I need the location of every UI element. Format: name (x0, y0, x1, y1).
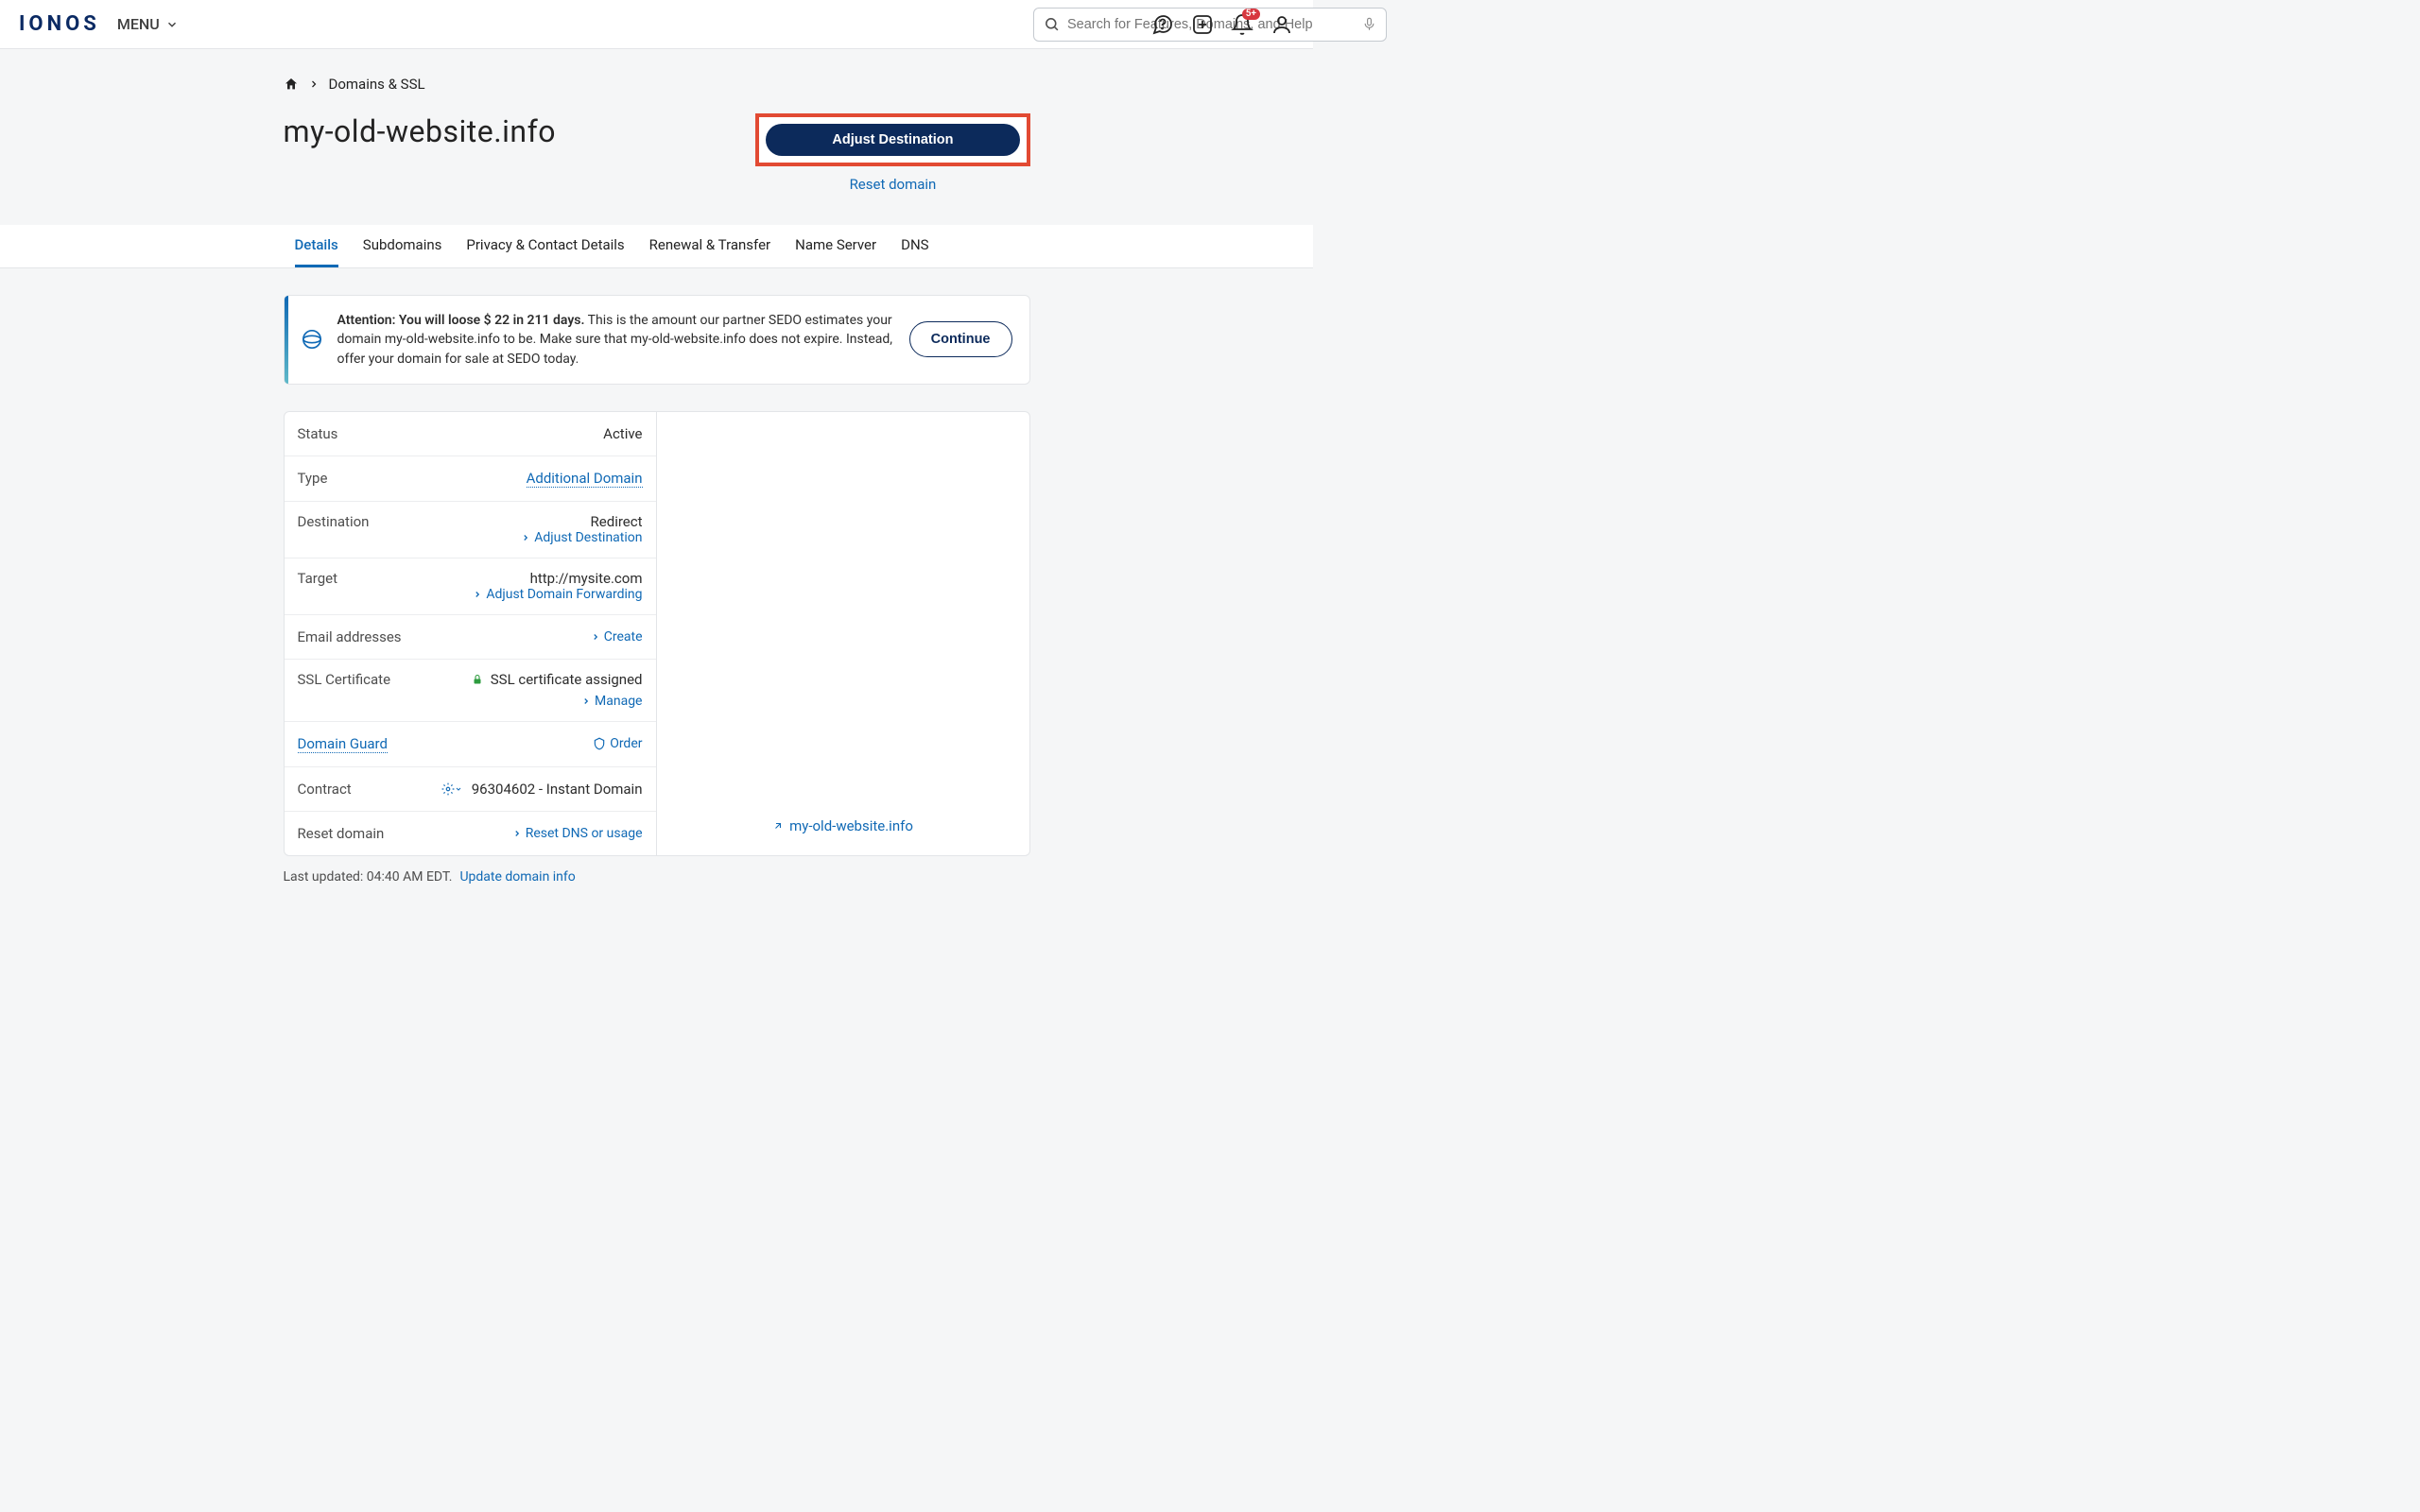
home-icon[interactable] (284, 77, 299, 92)
footer: Last updated: 04:40 AM EDT. Update domai… (284, 869, 1030, 885)
external-link-icon (772, 820, 784, 832)
last-updated-text: Last updated: 04:40 AM EDT. (284, 869, 453, 885)
value-contract: 96304602 - Instant Domain (472, 781, 643, 798)
label-status: Status (298, 425, 338, 442)
menu-label: MENU (117, 15, 160, 33)
row-destination: Destination Redirect Adjust Destination (285, 502, 656, 558)
highlight-annotation: Adjust Destination (755, 113, 1029, 166)
gear-icon[interactable] (441, 782, 462, 796)
breadcrumb: Domains & SSL (284, 76, 1030, 93)
adjust-destination-button[interactable]: Adjust Destination (766, 124, 1019, 156)
info-sphere-icon (302, 329, 322, 350)
tab-details[interactable]: Details (295, 225, 338, 267)
lock-icon (472, 673, 483, 686)
row-ssl: SSL Certificate SSL certificate assigned… (285, 660, 656, 722)
attention-notice: Attention: You will loose $ 22 in 211 da… (284, 295, 1030, 385)
help-icon[interactable] (1150, 12, 1175, 37)
row-type: Type Additional Domain (285, 456, 656, 502)
chevron-right-icon (308, 78, 320, 90)
page-title: my-old-website.info (284, 113, 556, 149)
label-ssl: SSL Certificate (298, 671, 391, 688)
row-guard: Domain Guard Order (285, 722, 656, 767)
row-contract: Contract 96304602 - Instant Domain (285, 767, 656, 812)
value-destination: Redirect (521, 513, 642, 530)
create-email-link[interactable]: Create (591, 629, 643, 644)
tabs-bar: Details Subdomains Privacy & Contact Det… (0, 225, 1313, 268)
notice-bold: Attention: You will loose $ 22 in 211 da… (337, 313, 585, 328)
shield-icon (593, 737, 606, 750)
tab-subdomains[interactable]: Subdomains (363, 225, 442, 267)
logo: IONOS (19, 12, 100, 36)
row-reset: Reset domain Reset DNS or usage (285, 812, 656, 855)
notification-badge: 5+ (1242, 9, 1260, 20)
chevron-right-icon (521, 533, 530, 542)
value-type-link[interactable]: Additional Domain (527, 470, 643, 488)
adjust-destination-link[interactable]: Adjust Destination (521, 530, 642, 545)
tab-nameserver[interactable]: Name Server (795, 225, 876, 267)
add-icon[interactable] (1190, 12, 1215, 37)
microphone-icon[interactable] (1362, 16, 1376, 32)
breadcrumb-domains[interactable]: Domains & SSL (329, 76, 425, 93)
update-domain-link[interactable]: Update domain info (459, 869, 575, 885)
chevron-right-icon (591, 632, 600, 642)
chevron-down-icon (165, 18, 179, 31)
value-ssl: SSL certificate assigned (491, 671, 643, 688)
reset-domain-link[interactable]: Reset domain (850, 176, 937, 193)
value-target: http://mysite.com (473, 570, 642, 587)
topbar: IONOS MENU 5+ (0, 0, 1313, 49)
adjust-forwarding-link[interactable]: Adjust Domain Forwarding (473, 587, 642, 602)
menu-button[interactable]: MENU (117, 15, 179, 33)
label-reset: Reset domain (298, 825, 385, 842)
domain-guard-link[interactable]: Domain Guard (298, 735, 388, 753)
reset-dns-link[interactable]: Reset DNS or usage (512, 826, 643, 841)
row-target: Target http://mysite.com Adjust Domain F… (285, 558, 656, 615)
label-type: Type (298, 470, 328, 487)
tab-dns[interactable]: DNS (901, 225, 928, 267)
tab-privacy[interactable]: Privacy & Contact Details (466, 225, 624, 267)
notice-text: Attention: You will loose $ 22 in 211 da… (337, 311, 894, 369)
order-guard-link[interactable]: Order (593, 736, 642, 751)
label-email: Email addresses (298, 628, 402, 645)
label-destination: Destination (298, 513, 370, 530)
manage-ssl-link[interactable]: Manage (581, 694, 642, 709)
account-icon[interactable] (1270, 12, 1294, 37)
side-panel: my-old-website.info (657, 412, 1029, 855)
chevron-right-icon (512, 829, 522, 838)
external-domain-link[interactable]: my-old-website.info (772, 817, 913, 834)
label-target: Target (298, 570, 338, 587)
chevron-right-icon (581, 696, 591, 706)
details-card: Status Active Type Additional Domain Des… (284, 411, 1030, 856)
chevron-right-icon (473, 590, 482, 599)
search-icon (1044, 16, 1060, 32)
value-status: Active (603, 425, 642, 442)
tab-renewal[interactable]: Renewal & Transfer (649, 225, 770, 267)
row-status: Status Active (285, 412, 656, 456)
label-contract: Contract (298, 781, 352, 798)
continue-button[interactable]: Continue (909, 321, 1012, 357)
row-email: Email addresses Create (285, 615, 656, 660)
notifications-icon[interactable]: 5+ (1230, 12, 1254, 37)
